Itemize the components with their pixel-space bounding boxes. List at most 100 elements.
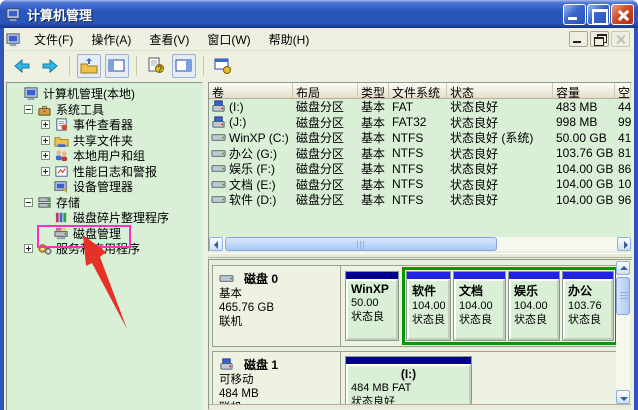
expand-icon[interactable] [41, 167, 50, 176]
tree-item-label: 事件查看器 [73, 116, 133, 133]
column-header-capacity[interactable]: 容量 [553, 83, 615, 99]
column-header-free-space[interactable]: 空闲空间 [615, 83, 631, 99]
disk-title: 磁盘 0 [244, 270, 278, 287]
forward-button[interactable] [38, 54, 62, 78]
volume-free: 86 [615, 162, 631, 176]
volume-capacity: 104.00 GB [553, 162, 615, 176]
partition-office[interactable]: 办公 103.76 状态良 [562, 271, 614, 341]
volume-status: 状态良好 [447, 114, 553, 131]
tree-item-local-users-groups[interactable]: 本地用户和组 [7, 148, 202, 164]
scrollbar-track[interactable] [497, 237, 617, 251]
help-button[interactable] [144, 54, 168, 78]
volume-status: 状态良好 (系统) [447, 129, 553, 146]
mdi-minimize-button[interactable] [569, 31, 588, 47]
scroll-up-button[interactable] [616, 261, 630, 275]
tree-item-system-tools[interactable]: 系统工具 [7, 102, 202, 118]
volume-fs: NTFS [389, 146, 447, 160]
scroll-left-button[interactable] [209, 237, 223, 251]
partition-status: 状态良 [412, 313, 445, 327]
removable-disk-icon [219, 357, 234, 372]
tree-item-event-viewer[interactable]: 事件查看器 [7, 117, 202, 133]
expand-icon[interactable] [41, 151, 50, 160]
volume-row[interactable]: 软件 (D:) 磁盘分区 基本 NTFS 状态良好 104.00 GB 96 [209, 192, 631, 208]
column-header-layout[interactable]: 布局 [293, 83, 358, 99]
users-icon [54, 148, 69, 163]
column-header-volume[interactable]: 卷 [209, 83, 293, 99]
column-header-status[interactable]: 状态 [447, 83, 553, 99]
volume-row[interactable]: (I:) 磁盘分区 基本 FAT 状态良好 483 MB 44 [209, 99, 631, 115]
menu-view[interactable]: 查看(V) [140, 28, 198, 51]
volume-capacity: 998 MB [553, 115, 615, 129]
close-button[interactable] [611, 4, 634, 25]
volume-layout: 磁盘分区 [293, 129, 358, 146]
minimize-button[interactable] [563, 4, 586, 25]
tree-item-device-manager[interactable]: 设备管理器 [7, 179, 202, 195]
up-folder-icon [80, 57, 98, 75]
partition-docs[interactable]: 文档 104.00 状态良 [453, 271, 506, 341]
volume-row[interactable]: WinXP (C:) 磁盘分区 基本 NTFS 状态良好 (系统) 50.00 … [209, 130, 631, 146]
volume-free: 96 [615, 193, 631, 207]
collapse-icon[interactable] [24, 198, 33, 207]
show-console-tree-button[interactable] [105, 54, 129, 78]
volume-row[interactable]: (J:) 磁盘分区 基本 FAT32 状态良好 998 MB 99 [209, 115, 631, 131]
partition-media[interactable]: 娱乐 104.00 状态良 [508, 271, 560, 341]
volume-type: 基本 [358, 160, 389, 177]
scrollbar-thumb[interactable] [616, 277, 630, 315]
partition-label: (I:) [351, 367, 466, 381]
hdd-icon [211, 146, 226, 161]
scrollbar-thumb[interactable] [225, 237, 497, 251]
partition-size: 104.00 [459, 299, 500, 313]
disk-size: 484 MB [219, 387, 334, 401]
storage-icon [37, 195, 52, 210]
volume-row[interactable]: 办公 (G:) 磁盘分区 基本 NTFS 状态良好 103.76 GB 81 [209, 146, 631, 162]
mdi-restore-button[interactable] [590, 31, 609, 47]
maximize-button[interactable] [587, 4, 610, 25]
volume-status: 状态良好 [447, 191, 553, 208]
partition-i[interactable]: (I:) 484 MB FAT 状态良好 [345, 356, 472, 410]
tree-item-storage[interactable]: 存储 [7, 195, 202, 211]
column-header-filesystem[interactable]: 文件系统 [389, 83, 447, 99]
logical-drive-stripe [563, 272, 613, 279]
horizontal-scrollbar[interactable] [209, 237, 631, 251]
volume-row[interactable]: 文档 (E:) 磁盘分区 基本 NTFS 状态良好 104.00 GB 10 [209, 177, 631, 193]
menu-help[interactable]: 帮助(H) [260, 28, 319, 51]
collapse-icon[interactable] [24, 105, 33, 114]
back-icon [13, 57, 31, 75]
partition-size: 103.76 [568, 299, 608, 313]
disk-1-row: 磁盘 1 可移动 484 MB 联机 (I:) 484 MB FAT 状态良好 [212, 351, 617, 410]
scroll-down-button[interactable] [616, 390, 630, 404]
disk-1-header[interactable]: 磁盘 1 可移动 484 MB 联机 [213, 352, 341, 410]
volume-status: 状态良好 [447, 145, 553, 162]
expand-icon[interactable] [24, 244, 33, 253]
back-button[interactable] [10, 54, 34, 78]
partition-status: 状态良 [514, 313, 554, 327]
column-header-type[interactable]: 类型 [358, 83, 389, 99]
expand-icon[interactable] [41, 136, 50, 145]
tree-item-shared-folders[interactable]: 共享文件夹 [7, 133, 202, 149]
scroll-right-button[interactable] [617, 237, 631, 251]
partition-winxp[interactable]: WinXP 50.00 状态良 [345, 271, 399, 341]
volume-name: (J:) [229, 115, 246, 129]
menu-action[interactable]: 操作(A) [82, 28, 140, 51]
tree-item-label: 本地用户和组 [73, 147, 145, 164]
highlight-box-annotation [37, 225, 131, 248]
volume-name: 软件 (D:) [229, 191, 276, 208]
menu-file[interactable]: 文件(F) [25, 28, 82, 51]
console-button[interactable] [211, 54, 235, 78]
volume-free: 44 [615, 100, 631, 114]
tree-item-computer-management[interactable]: 计算机管理(本地) [7, 86, 202, 102]
expand-icon[interactable] [41, 120, 50, 129]
partition-soft[interactable]: 软件 104.00 状态良 [406, 271, 451, 341]
disk-0-header[interactable]: 磁盘 0 基本 465.76 GB 联机 [213, 266, 341, 346]
volume-list-header: 卷 布局 类型 文件系统 状态 容量 空闲空间 [209, 83, 631, 99]
show-action-pane-button[interactable] [172, 54, 196, 78]
panel-splitter[interactable] [208, 253, 632, 258]
title-bar: 计算机管理 [0, 0, 638, 28]
menu-window[interactable]: 窗口(W) [198, 28, 259, 51]
show-pane-icon [175, 57, 193, 75]
tree-item-performance-logs[interactable]: 性能日志和警报 [7, 164, 202, 180]
tree-item-disk-defragmenter[interactable]: 磁盘碎片整理程序 [7, 210, 202, 226]
vertical-scrollbar[interactable] [616, 261, 630, 404]
volume-row[interactable]: 娱乐 (F:) 磁盘分区 基本 NTFS 状态良好 104.00 GB 86 [209, 161, 631, 177]
up-one-level-button[interactable] [77, 54, 101, 78]
